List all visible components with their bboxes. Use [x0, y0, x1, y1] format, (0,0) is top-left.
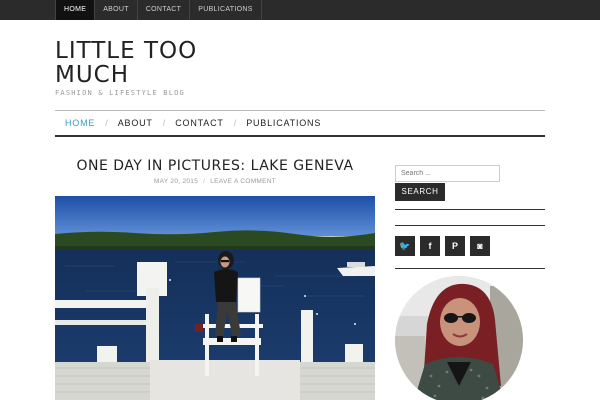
sidebar-divider: [395, 225, 545, 226]
top-bar: Home About Contact Publications: [0, 0, 600, 20]
social-links: 🐦 f P ◙: [395, 236, 490, 256]
mainnav-home[interactable]: Home: [55, 118, 105, 128]
twitter-icon[interactable]: 🐦: [395, 236, 415, 256]
top-navigation: Home About Contact Publications: [55, 0, 262, 20]
topnav-contact[interactable]: Contact: [138, 0, 191, 20]
author-photo: [395, 276, 523, 400]
mainnav-publications[interactable]: Publications: [236, 118, 331, 128]
facebook-icon[interactable]: f: [420, 236, 440, 256]
main-navigation: Home / About / Contact / Publications: [55, 110, 545, 137]
lake-pier-photo: [55, 196, 375, 400]
site-tagline: FASHION & LIFESTYLE BLOG: [55, 89, 185, 97]
post-featured-image[interactable]: [55, 196, 375, 400]
sidebar-divider: [395, 268, 545, 269]
search-button[interactable]: Search: [395, 183, 445, 201]
topnav-publications[interactable]: Publications: [190, 0, 262, 20]
post-title[interactable]: ONE DAY IN PICTURES: LAKE GENEVA: [55, 158, 375, 174]
topnav-about[interactable]: About: [95, 0, 138, 20]
sidebar-divider: [395, 209, 545, 210]
meta-separator: /: [203, 178, 206, 185]
topnav-home[interactable]: Home: [55, 0, 96, 20]
post-date[interactable]: MAY 20, 2015: [154, 178, 198, 185]
search-input[interactable]: [395, 165, 500, 182]
leave-comment-link[interactable]: LEAVE A COMMENT: [210, 178, 276, 185]
pinterest-icon[interactable]: P: [445, 236, 465, 256]
post-meta: MAY 20, 2015 / LEAVE A COMMENT: [55, 178, 375, 185]
instagram-icon[interactable]: ◙: [470, 236, 490, 256]
site-title[interactable]: LITTLE TOO MUCH: [55, 39, 255, 87]
mainnav-contact[interactable]: Contact: [165, 118, 233, 128]
author-avatar: [395, 276, 523, 400]
mainnav-about[interactable]: About: [108, 118, 163, 128]
